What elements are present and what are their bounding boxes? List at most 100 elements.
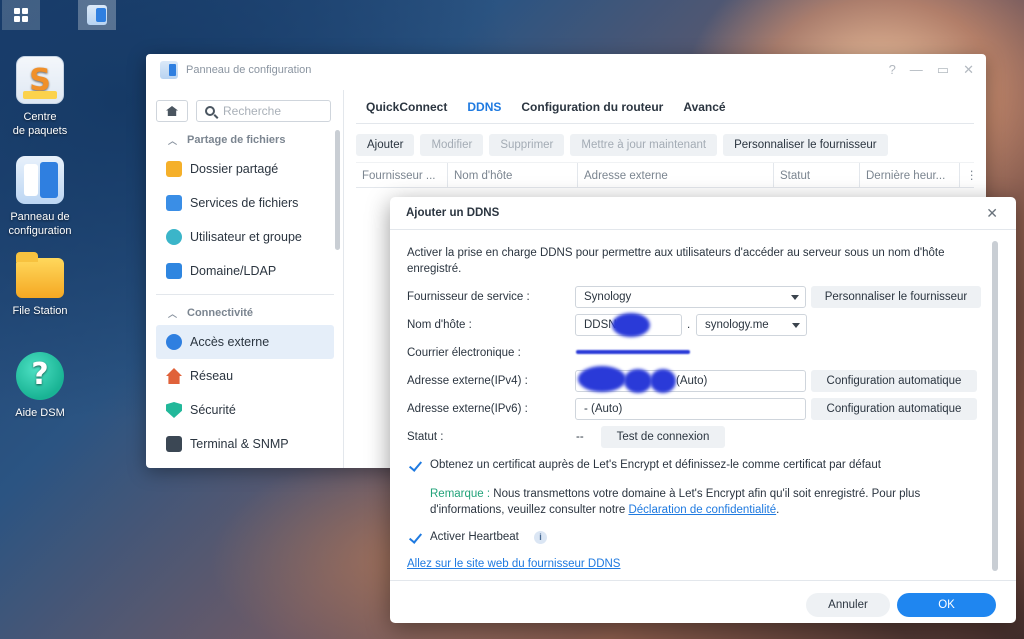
- column-header-last-update[interactable]: Dernière heur...: [860, 163, 960, 187]
- column-header-provider[interactable]: Fournisseur ...: [356, 163, 448, 187]
- status-label: Statut :: [407, 431, 444, 443]
- column-header-external-address[interactable]: Adresse externe: [578, 163, 774, 187]
- auto-config-ipv6-button[interactable]: Configuration automatique: [811, 398, 977, 420]
- control-panel-icon: [16, 156, 64, 204]
- hostname-dot: .: [687, 319, 691, 331]
- home-button[interactable]: [156, 100, 188, 122]
- info-icon[interactable]: i: [534, 531, 547, 544]
- divider: [156, 294, 334, 295]
- sidebar-list: ︿ Partage de fichiers Dossier partagé Se…: [156, 128, 334, 461]
- sidebar-item-domain-ldap[interactable]: Domaine/LDAP: [156, 254, 334, 288]
- column-menu-icon[interactable]: ⋮: [960, 163, 974, 187]
- maximize-icon[interactable]: ▭: [937, 62, 949, 78]
- file-station-icon: [16, 252, 64, 298]
- divider: [390, 580, 1016, 581]
- tab-ddns[interactable]: DDNS: [457, 90, 511, 123]
- note-end: .: [776, 504, 780, 516]
- redaction-blur: [578, 366, 626, 392]
- add-button[interactable]: Ajouter: [356, 134, 415, 156]
- redaction-blur: [650, 369, 676, 393]
- tab-router-config[interactable]: Configuration du routeur: [511, 90, 673, 123]
- desktop-icon-package-center[interactable]: Centre de paquets: [0, 56, 80, 138]
- note-text: Remarque : Nous transmettons votre domai…: [430, 486, 990, 518]
- heartbeat-label: Activer Heartbeat: [430, 531, 519, 543]
- letsencrypt-label: Obtenez un certificat auprès de Let's En…: [430, 459, 881, 471]
- desktop-icon-label: Panneau de: [10, 211, 70, 223]
- ipv6-input[interactable]: - (Auto): [575, 398, 806, 420]
- close-icon[interactable]: ✕: [963, 62, 974, 78]
- provider-website-link[interactable]: Allez sur le site web du fournisseur DDN…: [407, 558, 620, 570]
- redaction-blur: [612, 313, 650, 337]
- customize-provider-button[interactable]: Personnaliser le fournisseur: [723, 134, 888, 156]
- ipv6-value: - (Auto): [584, 403, 623, 415]
- home-icon: [166, 106, 178, 116]
- privacy-statement-link[interactable]: Déclaration de confidentialité: [628, 504, 776, 516]
- file-services-icon: [166, 195, 182, 211]
- sidebar-item-label: Accès externe: [190, 335, 270, 349]
- sidebar-scrollbar[interactable]: [335, 130, 340, 250]
- desktop-icon-dsm-help[interactable]: Aide DSM: [0, 352, 80, 420]
- main-menu-button[interactable]: [2, 0, 40, 30]
- external-access-icon: [166, 334, 182, 350]
- dialog-scrollbar[interactable]: [992, 241, 998, 571]
- control-panel-icon: [87, 5, 107, 25]
- modify-button[interactable]: Modifier: [420, 134, 484, 156]
- column-header-hostname[interactable]: Nom d'hôte: [448, 163, 578, 187]
- customize-provider-button[interactable]: Personnaliser le fournisseur: [811, 286, 981, 308]
- sidebar-item-shared-folder[interactable]: Dossier partagé: [156, 152, 334, 186]
- domain-select[interactable]: synology.me: [696, 314, 807, 336]
- minimize-icon[interactable]: —: [910, 62, 923, 78]
- sidebar-item-terminal-snmp[interactable]: Terminal & SNMP: [156, 427, 334, 461]
- desktop-icon-label: Centre: [23, 111, 57, 123]
- delete-button[interactable]: Supprimer: [489, 134, 565, 156]
- note-label: Remarque :: [430, 488, 491, 500]
- sidebar-item-label: Terminal & SNMP: [190, 437, 289, 451]
- sidebar-section-title: Connectivité: [187, 307, 254, 319]
- grid-icon: [14, 8, 28, 22]
- test-connection-button[interactable]: Test de connexion: [601, 426, 725, 448]
- tab-bar: QuickConnect DDNS Configuration du route…: [356, 90, 974, 124]
- letsencrypt-checkbox[interactable]: [408, 459, 422, 473]
- chevron-down-icon: [791, 295, 799, 300]
- tab-quickconnect[interactable]: QuickConnect: [356, 90, 457, 123]
- redaction-blur: [576, 350, 690, 354]
- provider-select[interactable]: Synology: [575, 286, 806, 308]
- sidebar-section-connectivity[interactable]: ︿ Connectivité: [156, 301, 334, 325]
- provider-value: Synology: [584, 291, 632, 303]
- sidebar-item-label: Domaine/LDAP: [190, 264, 277, 278]
- sidebar-item-user-group[interactable]: Utilisateur et groupe: [156, 220, 334, 254]
- ipv6-label: Adresse externe(IPv6) :: [407, 403, 528, 415]
- desktop-icon-file-station[interactable]: File Station: [0, 252, 80, 318]
- sidebar-item-external-access[interactable]: Accès externe: [156, 325, 334, 359]
- table-header: Fournisseur ... Nom d'hôte Adresse exter…: [356, 162, 974, 188]
- update-now-button[interactable]: Mettre à jour maintenant: [570, 134, 718, 156]
- network-house-icon: [166, 368, 182, 384]
- auto-config-ipv4-button[interactable]: Configuration automatique: [811, 370, 977, 392]
- column-header-status[interactable]: Statut: [774, 163, 860, 187]
- search-input[interactable]: Recherche: [196, 100, 331, 122]
- hostname-label: Nom d'hôte :: [407, 319, 472, 331]
- chevron-up-icon: ︿: [168, 135, 178, 146]
- help-icon[interactable]: ?: [889, 62, 896, 78]
- sidebar-item-security[interactable]: Sécurité: [156, 393, 334, 427]
- tab-advanced[interactable]: Avancé: [673, 90, 735, 123]
- close-icon[interactable]: ✕: [986, 205, 998, 222]
- redaction-blur: [624, 369, 652, 393]
- desktop-icon-label: File Station: [12, 305, 68, 317]
- ok-button[interactable]: OK: [897, 593, 996, 617]
- window-titlebar[interactable]: Panneau de configuration: [146, 54, 986, 86]
- sidebar-section-title: Partage de fichiers: [187, 134, 286, 146]
- sidebar-item-network[interactable]: Réseau: [156, 359, 334, 393]
- taskbar-control-panel-button[interactable]: [78, 0, 116, 30]
- cancel-button[interactable]: Annuler: [806, 593, 890, 617]
- ipv4-label: Adresse externe(IPv4) :: [407, 375, 528, 387]
- ipv4-value: (Auto): [676, 375, 708, 387]
- sidebar-item-label: Utilisateur et groupe: [190, 230, 302, 244]
- heartbeat-checkbox[interactable]: [408, 531, 422, 545]
- control-panel-icon: [160, 61, 178, 79]
- sidebar-item-file-services[interactable]: Services de fichiers: [156, 186, 334, 220]
- search-icon: [205, 106, 215, 116]
- taskbar: [0, 0, 1024, 30]
- sidebar-section-file-sharing[interactable]: ︿ Partage de fichiers: [156, 128, 334, 152]
- desktop-icon-control-panel[interactable]: Panneau de configuration: [0, 156, 80, 238]
